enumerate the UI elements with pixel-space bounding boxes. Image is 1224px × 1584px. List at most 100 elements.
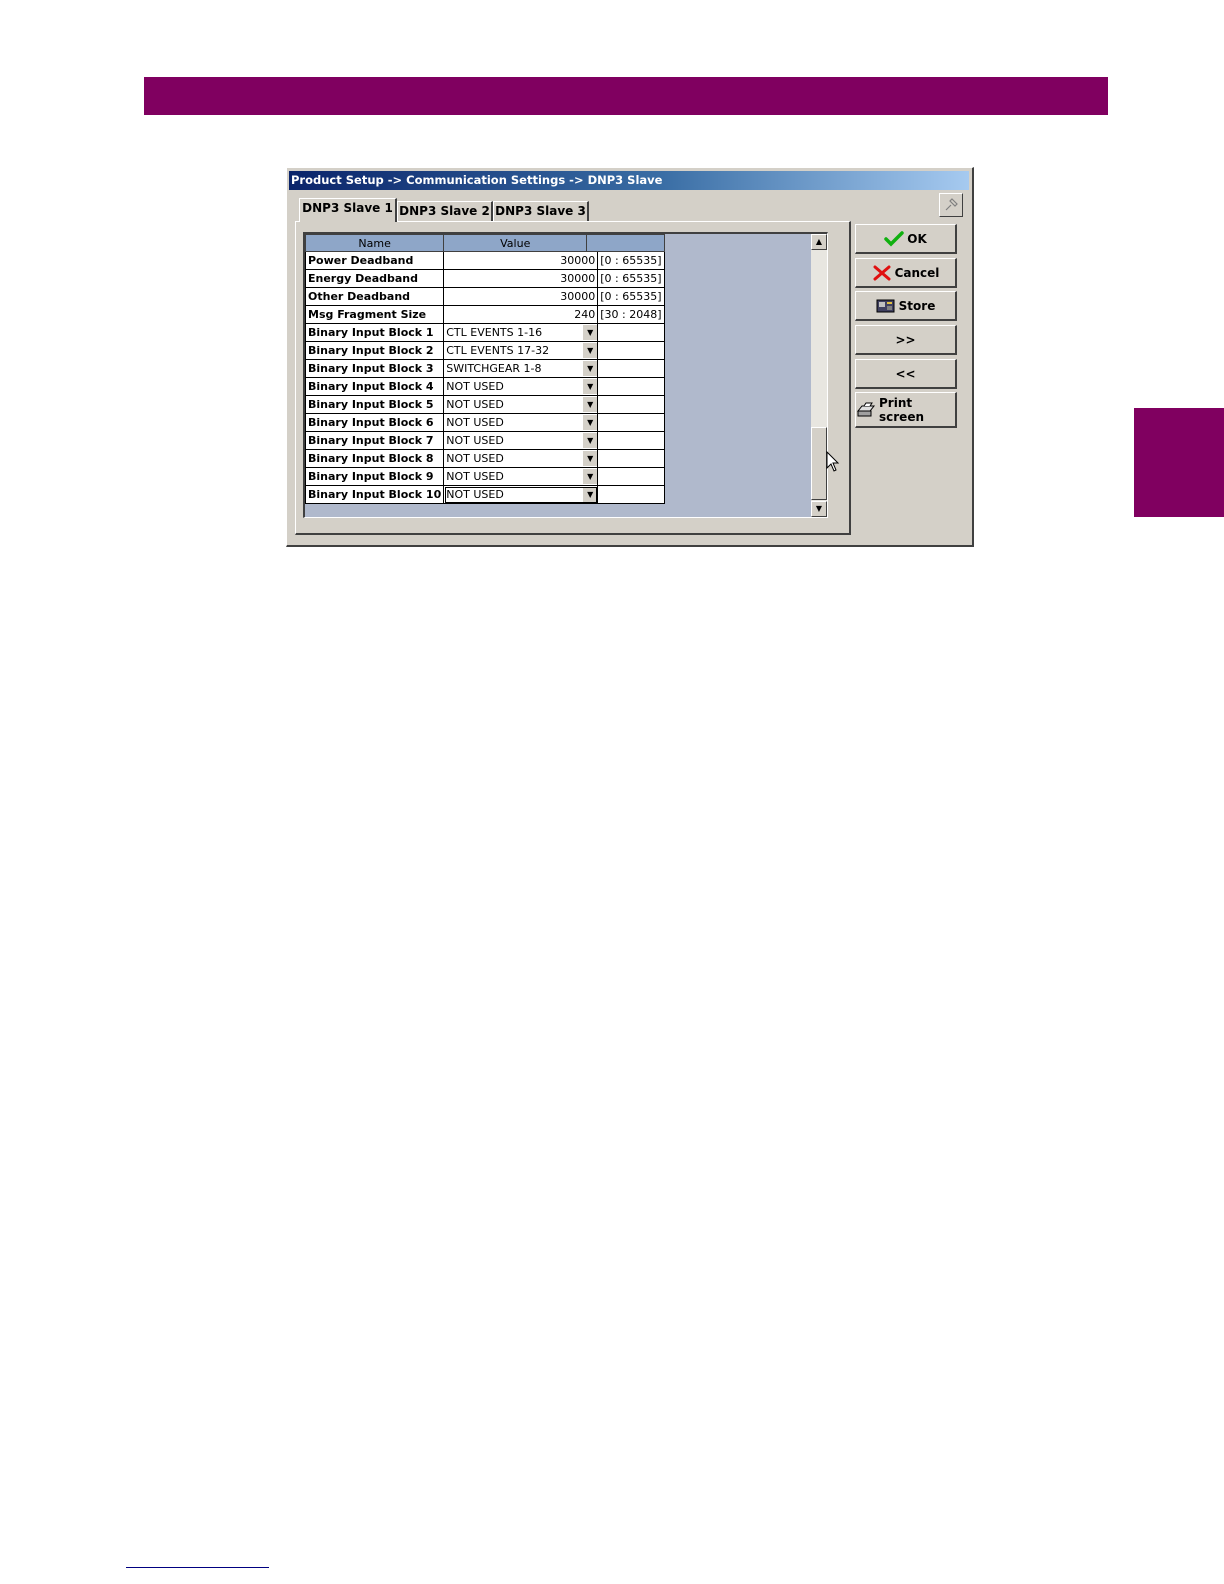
dropdown-selected-value: NOT USED <box>446 416 504 429</box>
row-value-dropdown[interactable]: NOT USED ▼ <box>443 395 599 414</box>
red-x-icon <box>872 265 892 281</box>
table-row: Binary Input Block 8 NOT USED ▼ <box>304 449 665 468</box>
row-value-dropdown[interactable]: NOT USED ▼ <box>443 485 599 504</box>
column-header-name[interactable]: Name <box>304 234 445 252</box>
row-range: [0 : 65535] <box>597 287 665 306</box>
table-row: Binary Input Block 4 NOT USED ▼ <box>304 377 665 396</box>
row-name: Msg Fragment Size <box>304 305 445 324</box>
table-row: Binary Input Block 1 CTL EVENTS 1-16 ▼ <box>304 323 665 342</box>
row-name: Binary Input Block 10 <box>304 485 445 504</box>
cancel-label: Cancel <box>894 265 940 280</box>
ok-label: OK <box>907 231 927 246</box>
row-value-dropdown[interactable]: NOT USED ▼ <box>443 431 599 450</box>
row-range: [30 : 2048] <box>597 305 665 324</box>
print-screen-button[interactable]: Print screen <box>855 392 957 428</box>
dropdown-arrow-icon[interactable]: ▼ <box>583 379 597 394</box>
dnp3-slave-window: Product Setup -> Communication Settings … <box>286 167 974 547</box>
dropdown-arrow-icon[interactable]: ▼ <box>583 451 597 466</box>
row-range <box>597 413 665 432</box>
table-row: Energy Deadband 30000 [0 : 65535] <box>304 269 665 288</box>
dropdown-arrow-icon[interactable]: ▼ <box>583 361 597 376</box>
vertical-scrollbar[interactable]: ▲ ▼ <box>811 234 827 517</box>
table-row: Msg Fragment Size 240 [30 : 2048] <box>304 305 665 324</box>
row-range <box>597 467 665 486</box>
store-device-icon <box>876 298 896 314</box>
row-value-input[interactable]: 240 <box>443 305 599 324</box>
table-row: Other Deadband 30000 [0 : 65535] <box>304 287 665 306</box>
row-name: Binary Input Block 8 <box>304 449 445 468</box>
column-header-value[interactable]: Value <box>443 234 588 252</box>
row-value-input[interactable]: 30000 <box>443 251 599 270</box>
dropdown-selected-value: CTL EVENTS 17-32 <box>446 344 550 357</box>
row-range <box>597 395 665 414</box>
row-name: Binary Input Block 7 <box>304 431 445 450</box>
row-value-dropdown[interactable]: NOT USED ▼ <box>443 413 599 432</box>
row-range <box>597 431 665 450</box>
row-value-dropdown[interactable]: CTL EVENTS 17-32 ▼ <box>443 341 599 360</box>
dropdown-arrow-icon[interactable]: ▼ <box>583 397 597 412</box>
row-value-dropdown[interactable]: NOT USED ▼ <box>443 449 599 468</box>
row-name: Binary Input Block 1 <box>304 323 445 342</box>
dropdown-arrow-icon[interactable]: ▼ <box>583 433 597 448</box>
scroll-down-icon[interactable]: ▼ <box>811 501 827 517</box>
previous-button[interactable]: << <box>855 359 957 389</box>
scroll-up-icon[interactable]: ▲ <box>811 234 827 250</box>
row-value-dropdown[interactable]: NOT USED ▼ <box>443 467 599 486</box>
table-row: Binary Input Block 5 NOT USED ▼ <box>304 395 665 414</box>
row-value-dropdown[interactable]: NOT USED ▼ <box>443 377 599 396</box>
checkmark-icon <box>884 230 904 247</box>
row-value-dropdown[interactable]: CTL EVENTS 1-16 ▼ <box>443 323 599 342</box>
table-row: Binary Input Block 10 NOT USED ▼ <box>304 485 665 504</box>
table-row: Binary Input Block 3 SWITCHGEAR 1-8 ▼ <box>304 359 665 378</box>
row-range: [0 : 65535] <box>597 269 665 288</box>
row-value-input[interactable]: 30000 <box>443 269 599 288</box>
tab-dnp3-slave-1[interactable]: DNP3 Slave 1 <box>299 198 397 222</box>
row-range <box>597 449 665 468</box>
column-header-range[interactable] <box>586 234 665 252</box>
next-label: >> <box>895 332 916 347</box>
dropdown-selected-value: NOT USED <box>446 380 504 393</box>
row-name: Binary Input Block 9 <box>304 467 445 486</box>
next-button[interactable]: >> <box>855 325 957 355</box>
dropdown-selected-value: SWITCHGEAR 1-8 <box>446 362 542 375</box>
ok-button[interactable]: OK <box>855 224 957 254</box>
store-label: Store <box>898 298 936 313</box>
row-value-dropdown[interactable]: SWITCHGEAR 1-8 ▼ <box>443 359 599 378</box>
dropdown-selected-value: NOT USED <box>446 398 504 411</box>
row-name: Binary Input Block 3 <box>304 359 445 378</box>
previous-label: << <box>895 366 916 381</box>
cancel-button[interactable]: Cancel <box>855 258 957 288</box>
dropdown-selected-value: NOT USED <box>446 488 504 501</box>
table-row: Binary Input Block 7 NOT USED ▼ <box>304 431 665 450</box>
row-range <box>597 485 665 504</box>
dropdown-arrow-icon[interactable]: ▼ <box>583 487 597 502</box>
tab-dnp3-slave-3[interactable]: DNP3 Slave 3 <box>493 201 589 221</box>
dropdown-selected-value: NOT USED <box>446 452 504 465</box>
table-row: Power Deadband 30000 [0 : 65535] <box>304 251 665 270</box>
pin-button[interactable] <box>939 193 963 217</box>
table-row: Binary Input Block 6 NOT USED ▼ <box>304 413 665 432</box>
dropdown-arrow-icon[interactable]: ▼ <box>583 415 597 430</box>
dropdown-selected-value: NOT USED <box>446 434 504 447</box>
table-row: Binary Input Block 9 NOT USED ▼ <box>304 467 665 486</box>
printer-icon <box>856 402 876 418</box>
page-header-bar <box>144 77 1108 115</box>
tab-dnp3-slave-2[interactable]: DNP3 Slave 2 <box>397 201 493 221</box>
row-name: Power Deadband <box>304 251 445 270</box>
row-range <box>597 341 665 360</box>
row-value-input[interactable]: 30000 <box>443 287 599 306</box>
row-name: Other Deadband <box>304 287 445 306</box>
row-range <box>597 323 665 342</box>
table-header-row: Name Value <box>304 234 665 252</box>
settings-table: Name Value Power Deadband 30000 [0 : 655… <box>304 234 665 504</box>
dropdown-arrow-icon[interactable]: ▼ <box>583 343 597 358</box>
dropdown-arrow-icon[interactable]: ▼ <box>583 325 597 340</box>
row-name: Binary Input Block 5 <box>304 395 445 414</box>
row-name: Energy Deadband <box>304 269 445 288</box>
scroll-thumb[interactable] <box>811 427 827 500</box>
mouse-pointer-icon <box>826 450 840 477</box>
row-name: Binary Input Block 6 <box>304 413 445 432</box>
dropdown-arrow-icon[interactable]: ▼ <box>583 469 597 484</box>
row-name: Binary Input Block 2 <box>304 341 445 360</box>
store-button[interactable]: Store <box>855 291 957 321</box>
